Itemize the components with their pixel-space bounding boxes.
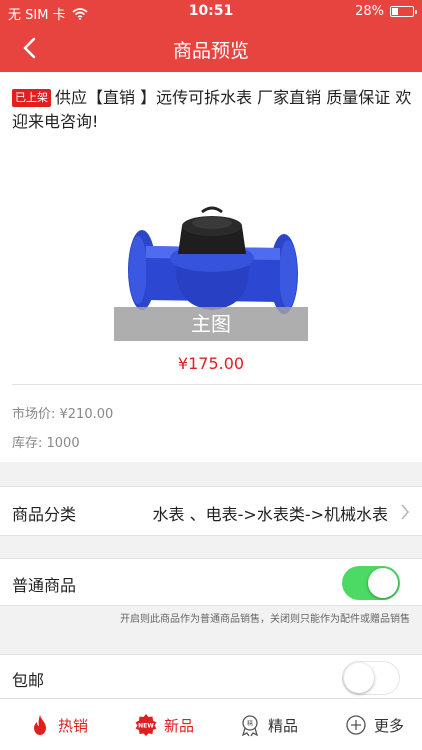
battery-icon — [390, 6, 417, 17]
flame-icon — [34, 715, 46, 735]
free-shipping-label: 包邮 — [12, 671, 45, 690]
normal-item-hint: 开启则此商品作为普通商品销售，关闭则只能作为配件或赠品销售 — [0, 606, 422, 634]
market-price: 市场价: ¥210.00 — [12, 407, 114, 422]
divider — [12, 384, 422, 385]
free-shipping-toggle[interactable] — [342, 661, 400, 695]
tab-more-label: 更多 — [374, 716, 405, 735]
tab-hot[interactable]: 热销 — [28, 709, 88, 741]
nav-bar: 商品预览 — [0, 24, 422, 72]
normal-item-row: 普通商品 — [0, 558, 422, 606]
tab-hot-label: 热销 — [58, 716, 89, 735]
tab-featured[interactable]: 精 精品 — [238, 709, 298, 741]
chevron-right-icon — [401, 504, 410, 520]
main-image-label: 主图 — [114, 307, 308, 341]
toggle-knob — [368, 568, 398, 598]
plus-circle-icon — [346, 715, 366, 735]
battery-percent: 28% — [355, 4, 384, 19]
tab-bar: 热销 NEW 新品 精 精品 更多 — [0, 698, 422, 750]
free-shipping-row: 包邮 — [0, 654, 422, 698]
product-card: 已上架 供应【直销 】远传可拆水表 厂家直销 质量保证 欢迎来电咨询! 主图 ¥1… — [0, 72, 422, 462]
category-row[interactable]: 商品分类 水表 、电表->水表类->机械水表 — [0, 486, 422, 536]
status-bar: 无 SIM 卡 10:51 28% — [0, 0, 422, 24]
tab-more[interactable]: 更多 — [344, 709, 404, 741]
page-title: 商品预览 — [172, 40, 249, 62]
normal-item-label: 普通商品 — [12, 576, 77, 595]
battery-level — [392, 8, 398, 15]
new-badge-icon: NEW — [135, 714, 157, 736]
status-right: 28% — [355, 4, 417, 19]
product-title-text: 供应【直销 】远传可拆水表 厂家直销 质量保证 欢迎来电咨询! — [12, 88, 412, 131]
tab-new[interactable]: NEW 新品 — [134, 709, 194, 741]
svg-text:精: 精 — [247, 720, 253, 728]
stock-count: 库存: 1000 — [12, 436, 80, 451]
normal-item-toggle[interactable] — [342, 566, 400, 600]
category-value: 水表 、电表->水表类->机械水表 — [152, 505, 388, 524]
tab-new-label: 新品 — [164, 716, 195, 735]
svg-text:NEW: NEW — [138, 723, 154, 730]
status-badge: 已上架 — [12, 89, 51, 107]
tab-featured-label: 精品 — [268, 716, 299, 735]
toggle-knob — [344, 663, 374, 693]
product-price: ¥175.00 — [177, 354, 245, 373]
product-title: 已上架 供应【直销 】远传可拆水表 厂家直销 质量保证 欢迎来电咨询! — [12, 86, 412, 134]
category-label: 商品分类 — [12, 505, 77, 524]
ribbon-icon: 精 — [241, 715, 259, 737]
